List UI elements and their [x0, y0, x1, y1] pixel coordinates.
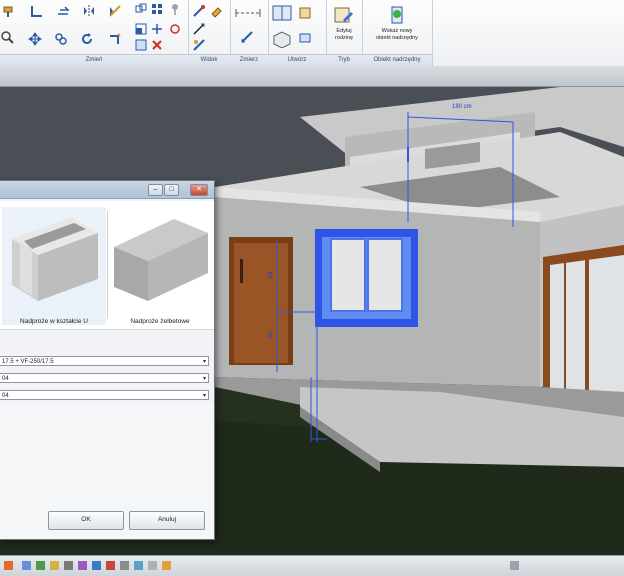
- offset-icon[interactable]: [56, 4, 70, 18]
- scale-icon[interactable]: [134, 22, 148, 36]
- edit-family-label-2: rodzinę: [334, 35, 354, 41]
- panel-title-measure: Zmierz: [230, 54, 268, 66]
- minimize-button[interactable]: –: [148, 184, 163, 196]
- pick-new-host-label-1: Wskaż nowy: [381, 28, 413, 34]
- create-parts-icon[interactable]: [298, 6, 312, 20]
- tile-rc-lintel-label: Nadproże żelbetowe: [130, 318, 190, 325]
- detail-level-icon[interactable]: [22, 561, 31, 570]
- split-icon[interactable]: [150, 22, 164, 36]
- panel-view: Widok: [188, 0, 231, 66]
- panel-title-view: Widok: [188, 54, 230, 66]
- tile-u-lintel[interactable]: Nadproże w kształcie U: [2, 207, 106, 325]
- lintel-gallery: Nadproże w kształcie U Nadproże żelbetow…: [0, 201, 214, 330]
- parameter-value-1: 04: [2, 376, 9, 382]
- trim-icon[interactable]: [108, 32, 122, 46]
- pin-icon[interactable]: [168, 2, 182, 16]
- dimension-side-label-1: 64: [268, 271, 275, 279]
- pick-new-host-button[interactable]: Wskaż nowy obiekt nadrzędny: [366, 4, 428, 42]
- move-icon[interactable]: [28, 32, 42, 46]
- create-group-icon[interactable]: [298, 30, 312, 44]
- copy-move-icon[interactable]: [54, 32, 68, 46]
- edit-family-button[interactable]: Edytuj rodzinę: [329, 4, 359, 42]
- worksets-icon[interactable]: [510, 561, 519, 570]
- pick-new-host-label-2: obiekt nadrzędny: [376, 35, 418, 41]
- lintel-type-select[interactable]: 17.5 + VF-250/17.5 ▾: [0, 356, 209, 366]
- paint-icon[interactable]: [2, 4, 16, 18]
- parameter-select-2[interactable]: 04 ▾: [0, 390, 209, 400]
- edit-family-label-1: Edytuj: [336, 28, 352, 34]
- parameter-value-2: 04: [2, 393, 9, 399]
- panel-modify: Zmień: [0, 0, 189, 66]
- temporary-hide-icon[interactable]: [134, 561, 143, 570]
- group-icon[interactable]: [134, 38, 148, 52]
- close-button[interactable]: ✕: [190, 184, 208, 196]
- dimension-side-label-2: 60: [268, 331, 275, 339]
- mirror-draw-icon[interactable]: [108, 4, 122, 18]
- cancel-button[interactable]: Anuluj: [129, 511, 205, 530]
- view-filter-icon[interactable]: [192, 38, 206, 52]
- align-icon[interactable]: [30, 4, 44, 18]
- mirror-icon[interactable]: [82, 4, 96, 18]
- hide-element-icon[interactable]: [192, 4, 206, 18]
- create-similar-icon[interactable]: [272, 4, 292, 22]
- rc-lintel-image: [114, 219, 208, 301]
- measure-icon[interactable]: [234, 6, 262, 20]
- dropdown-arrow-icon: ▾: [202, 393, 206, 399]
- u-lintel-image: [12, 217, 98, 301]
- parameter-select-1[interactable]: 04 ▾: [0, 373, 209, 383]
- dropdown-arrow-icon: ▾: [202, 359, 206, 365]
- render-icon[interactable]: [78, 561, 87, 570]
- create-assembly-icon[interactable]: [272, 30, 292, 48]
- crop-icon[interactable]: [92, 561, 101, 570]
- reveal-hidden-icon[interactable]: [148, 561, 157, 570]
- panel-mode: Edytuj rodzinę Tryb: [326, 0, 363, 66]
- array-icon[interactable]: [150, 2, 164, 16]
- override-graphics-icon[interactable]: [210, 4, 224, 18]
- panel-create: Utwórz: [268, 0, 327, 66]
- unpin-icon[interactable]: [168, 22, 182, 36]
- maximize-button[interactable]: □: [164, 184, 179, 196]
- visual-style-icon[interactable]: [36, 561, 45, 570]
- lock-view-icon[interactable]: [120, 561, 129, 570]
- edit-family-icon: [333, 4, 355, 26]
- pick-host-icon: [386, 4, 408, 26]
- scale-icon[interactable]: [4, 561, 13, 570]
- panel-title-mode: Tryb: [326, 54, 362, 66]
- panel-host: Wskaż nowy obiekt nadrzędny Obiekt nadrz…: [362, 0, 433, 66]
- analytical-model-icon[interactable]: [162, 561, 171, 570]
- dimension-icon[interactable]: [240, 30, 254, 44]
- ok-button[interactable]: OK: [48, 511, 124, 530]
- sun-path-icon[interactable]: [50, 561, 59, 570]
- rotate-icon[interactable]: [80, 32, 94, 46]
- lintel-type-value: 17.5 + VF-250/17.5: [2, 359, 54, 365]
- dropdown-arrow-icon: ▾: [202, 376, 206, 382]
- crop-region-icon[interactable]: [106, 561, 115, 570]
- lintel-type-dialog: – □ ✕ Nadproże w kształcie U Nadproże że…: [0, 180, 215, 540]
- panel-title-create: Utwórz: [268, 54, 326, 66]
- shadows-icon[interactable]: [64, 561, 73, 570]
- panel-measure: Zmierz: [230, 0, 269, 66]
- panel-title-host: Obiekt nadrzędny: [362, 54, 432, 66]
- dimension-top-label: 180 cm: [452, 104, 472, 110]
- options-bar: [0, 66, 624, 87]
- panel-title-modify: Zmień: [0, 54, 188, 66]
- tile-rc-lintel[interactable]: Nadproże żelbetowe: [108, 207, 212, 325]
- delete-icon[interactable]: [150, 38, 164, 52]
- view-control-bar: [0, 555, 624, 576]
- linework-icon[interactable]: [192, 22, 206, 36]
- magnifier-icon[interactable]: [0, 30, 14, 44]
- copy-icon[interactable]: [134, 2, 148, 16]
- dialog-titlebar[interactable]: – □ ✕: [0, 181, 214, 199]
- tile-u-lintel-label: Nadproże w kształcie U: [20, 318, 88, 325]
- ribbon: Zmień Widok Zmierz Utwórz Edytuj rodzinę…: [0, 0, 624, 67]
